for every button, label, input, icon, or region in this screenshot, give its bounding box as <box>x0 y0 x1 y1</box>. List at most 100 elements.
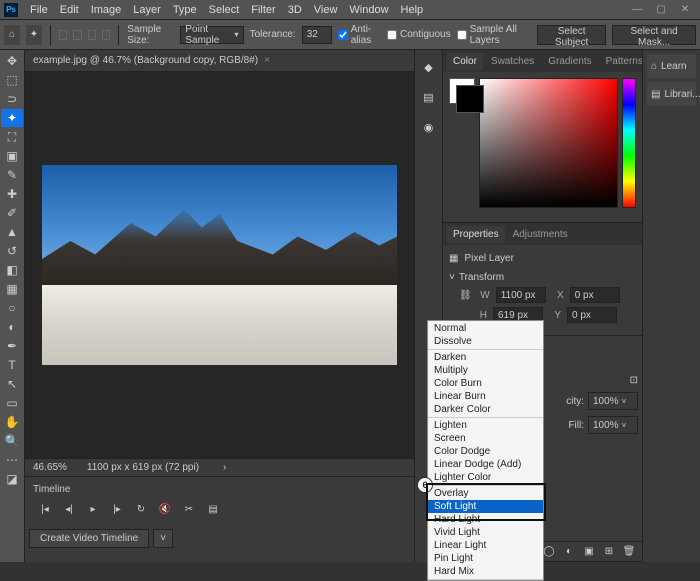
tool-preset-icon[interactable]: ✦ <box>26 25 42 45</box>
eyedropper-tool[interactable]: ✎ <box>1 166 23 184</box>
blend-linear-dodge-add-[interactable]: Linear Dodge (Add) <box>428 458 543 471</box>
blend-color-dodge[interactable]: Color Dodge <box>428 445 543 458</box>
magic-wand-tool[interactable]: ✦ <box>1 109 23 127</box>
close-tab-icon[interactable]: × <box>264 55 270 66</box>
blend-color-burn[interactable]: Color Burn <box>428 377 543 390</box>
select-mask-button[interactable]: Select and Mask... <box>612 25 696 45</box>
hue-slider[interactable] <box>622 78 636 208</box>
first-frame-icon[interactable]: |◂ <box>37 501 53 517</box>
history-brush-tool[interactable]: ↺ <box>1 242 23 260</box>
x-input[interactable] <box>570 287 620 303</box>
menu-3d[interactable]: 3D <box>282 4 308 16</box>
split-icon[interactable]: ✂ <box>181 501 197 517</box>
stamp-tool[interactable]: ▲ <box>1 223 23 241</box>
dodge-tool[interactable]: ◐ <box>1 318 23 336</box>
filter-toggle[interactable]: ⊡ <box>630 375 638 386</box>
blend-linear-burn[interactable]: Linear Burn <box>428 390 543 403</box>
foreground-swatch[interactable] <box>449 78 475 104</box>
group-icon[interactable]: ▣ <box>582 545 596 559</box>
blend-screen[interactable]: Screen <box>428 432 543 445</box>
opacity-select[interactable]: 100%˅ <box>588 392 638 410</box>
shape-tool[interactable]: ▭ <box>1 394 23 412</box>
antialias-checkbox[interactable]: Anti-alias <box>338 24 381 46</box>
selection-add-icon[interactable] <box>73 30 81 40</box>
tab-properties[interactable]: Properties <box>447 226 505 243</box>
menu-layer[interactable]: Layer <box>127 4 167 16</box>
create-video-timeline-button[interactable]: Create Video Timeline <box>29 529 149 548</box>
play-icon[interactable]: ▸ <box>85 501 101 517</box>
pen-tool[interactable]: ✒ <box>1 337 23 355</box>
color-field[interactable] <box>479 78 618 208</box>
menu-help[interactable]: Help <box>395 4 430 16</box>
crop-tool[interactable]: ⛶ <box>1 128 23 146</box>
tolerance-input[interactable] <box>302 26 332 44</box>
tab-swatches[interactable]: Swatches <box>485 53 540 70</box>
libraries-button[interactable]: ▤Librari... <box>647 82 696 106</box>
blend-multiply[interactable]: Multiply <box>428 364 543 377</box>
blend-darker-color[interactable]: Darker Color <box>428 403 543 416</box>
brush-tool[interactable]: ✐ <box>1 204 23 222</box>
adjustment-layer-icon[interactable]: ◐ <box>562 545 576 559</box>
frame-tool[interactable]: ▣ <box>1 147 23 165</box>
gradient-tool[interactable]: ▦ <box>1 280 23 298</box>
strip-icon-3[interactable]: ◉ <box>420 118 438 136</box>
eraser-tool[interactable]: ◧ <box>1 261 23 279</box>
selection-new-icon[interactable] <box>59 30 67 40</box>
blend-linear-light[interactable]: Linear Light <box>428 539 543 552</box>
lasso-tool[interactable]: ⊃ <box>1 90 23 108</box>
menu-file[interactable]: File <box>24 4 54 16</box>
learn-button[interactable]: ⌂Learn <box>647 54 696 78</box>
timeline-type-dropdown[interactable]: ˅ <box>153 529 173 548</box>
document-tab[interactable]: example.jpg @ 46.7% (Background copy, RG… <box>33 55 258 66</box>
y-input[interactable] <box>567 307 617 323</box>
blur-tool[interactable]: ○ <box>1 299 23 317</box>
status-menu-icon[interactable]: › <box>223 462 226 473</box>
path-tool[interactable]: ↖ <box>1 375 23 393</box>
home-icon[interactable]: ⌂ <box>4 25 20 45</box>
blend-lighter-color[interactable]: Lighter Color <box>428 471 543 484</box>
menu-type[interactable]: Type <box>167 4 203 16</box>
strip-icon-2[interactable]: ▤ <box>420 88 438 106</box>
zoom-tool[interactable]: 🔍 <box>1 432 23 450</box>
menu-filter[interactable]: Filter <box>245 4 281 16</box>
blend-dissolve[interactable]: Dissolve <box>428 335 543 348</box>
blend-pin-light[interactable]: Pin Light <box>428 552 543 565</box>
maximize-button[interactable]: ▢ <box>650 3 672 17</box>
blend-lighten[interactable]: Lighten <box>428 419 543 432</box>
edit-toolbar[interactable]: ⋯ <box>1 451 23 469</box>
zoom-level[interactable]: 46.65% <box>33 462 67 473</box>
sample-size-select[interactable]: Point Sample▾ <box>180 26 243 44</box>
move-tool[interactable]: ✥ <box>1 52 23 70</box>
blend-soft-light[interactable]: Soft Light <box>428 500 543 513</box>
blend-overlay[interactable]: Overlay <box>428 487 543 500</box>
new-layer-icon[interactable]: ⊞ <box>602 545 616 559</box>
tab-gradients[interactable]: Gradients <box>542 53 597 70</box>
timeline-tab[interactable]: Timeline <box>33 484 70 495</box>
width-input[interactable] <box>496 287 546 303</box>
transform-header[interactable]: ˅Transform <box>449 270 636 285</box>
menu-edit[interactable]: Edit <box>54 4 85 16</box>
type-tool[interactable]: T <box>1 356 23 374</box>
minimize-button[interactable]: — <box>626 3 648 17</box>
sample-all-checkbox[interactable]: Sample All Layers <box>457 24 531 46</box>
hand-tool[interactable]: ✋ <box>1 413 23 431</box>
menu-image[interactable]: Image <box>85 4 128 16</box>
menu-window[interactable]: Window <box>343 4 394 16</box>
link-wh-icon[interactable]: ⛓ <box>459 290 472 301</box>
close-button[interactable]: ✕ <box>674 3 696 17</box>
loop-icon[interactable]: ↻ <box>133 501 149 517</box>
tab-color[interactable]: Color <box>447 53 483 70</box>
marquee-tool[interactable]: ⬚ <box>1 71 23 89</box>
foreground-background[interactable]: ◪ <box>1 470 23 488</box>
transition-icon[interactable]: ▤ <box>205 501 221 517</box>
fill-select[interactable]: 100%˅ <box>588 416 638 434</box>
contiguous-checkbox[interactable]: Contiguous <box>387 29 451 40</box>
healing-tool[interactable]: ✚ <box>1 185 23 203</box>
selection-subtract-icon[interactable] <box>88 30 96 40</box>
delete-layer-icon[interactable]: 🗑 <box>622 545 636 559</box>
blend-normal[interactable]: Normal <box>428 322 543 335</box>
tab-adjustments[interactable]: Adjustments <box>507 226 574 243</box>
next-frame-icon[interactable]: |▸ <box>109 501 125 517</box>
select-subject-button[interactable]: Select Subject <box>537 25 606 45</box>
strip-icon-1[interactable]: ◆ <box>420 58 438 76</box>
